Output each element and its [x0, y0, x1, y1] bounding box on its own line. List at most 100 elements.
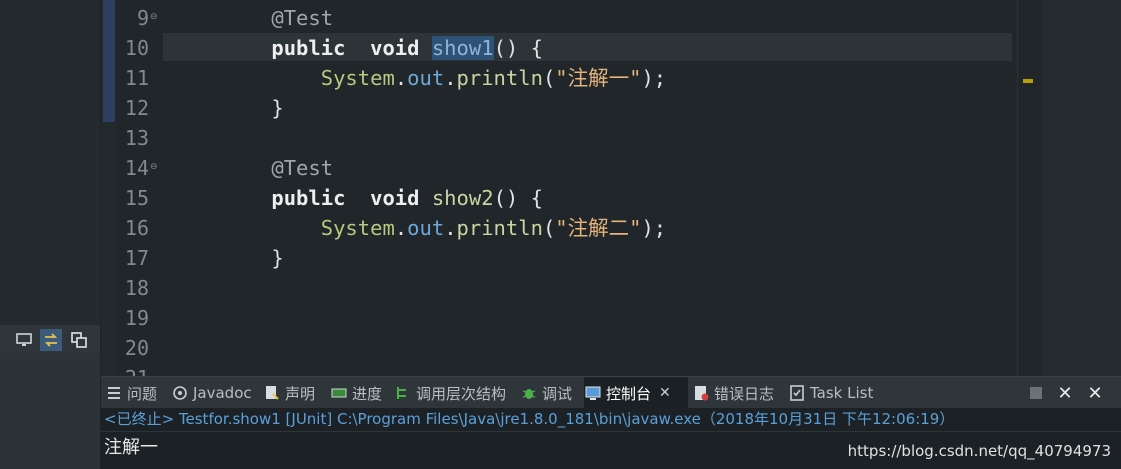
debug-icon [520, 384, 538, 402]
code-token: show2 [431, 186, 494, 210]
tab-label: Javadoc [193, 384, 252, 402]
code-token: out [407, 216, 445, 240]
outline-panel [0, 0, 100, 469]
tab-close-icon[interactable]: ✕ [659, 385, 671, 401]
code-line[interactable]: 15 public void show2() { [101, 183, 1021, 213]
tab-javadoc[interactable]: Javadoc [171, 377, 259, 409]
line-number: 14 [124, 156, 149, 180]
code-line[interactable]: 17 } [101, 243, 1021, 273]
remove-all-terminated-icon[interactable]: ✕ [1085, 383, 1105, 404]
remove-launch-icon[interactable]: ✕ [1055, 383, 1075, 404]
line-number: 13 [124, 126, 149, 150]
tab-label: 控制台 [606, 384, 652, 403]
stop-icon[interactable] [1026, 383, 1046, 403]
code-token: "注解二" [555, 216, 642, 240]
code-line[interactable]: 19 [101, 303, 1021, 333]
tab-progress[interactable]: 进度 [330, 377, 390, 409]
code-token: public [271, 186, 346, 210]
tab-task-list[interactable]: Task List [788, 377, 888, 409]
watermark: https://blog.csdn.net/qq_40794973 [847, 442, 1111, 460]
tab-label: 声明 [285, 384, 316, 403]
code-token: } [222, 96, 284, 120]
overview-ruler[interactable] [1042, 0, 1121, 376]
code-line[interactable]: 12 } [101, 93, 1021, 123]
tab-console[interactable]: 控制台 ✕ [584, 377, 688, 409]
sync-icon[interactable] [40, 329, 62, 351]
line-number: 21 [101, 363, 149, 376]
line-number: 18 [124, 276, 149, 300]
code-line[interactable]: 11 System.out.println("注解一"); [101, 63, 1021, 93]
line-number: 19 [124, 306, 149, 330]
code-text: @Test [222, 3, 333, 33]
code-token: () { [493, 186, 543, 210]
console-icon [584, 384, 602, 402]
tab-label: 调用层次结构 [416, 384, 507, 403]
problems-icon [105, 384, 123, 402]
code-token: public [271, 36, 346, 60]
fold-toggle-icon[interactable]: ⊖ [150, 13, 159, 22]
line-number: 20 [124, 336, 149, 360]
code-text: public void show1() { [222, 33, 543, 63]
code-line[interactable]: 20 [101, 333, 1021, 363]
vertical-scrollbar[interactable] [1017, 0, 1043, 376]
code-token: show1 [431, 36, 494, 60]
code-line[interactable]: 14 ⊖ @Test [101, 153, 1021, 183]
code-token: ( [542, 66, 556, 90]
code-token: System [320, 216, 395, 240]
code-token: "注解一" [555, 66, 642, 90]
javadoc-icon [171, 384, 189, 402]
line-number: 17 [124, 246, 149, 270]
console-output[interactable]: 注解一 [104, 436, 158, 460]
code-line[interactable]: 16 System.out.println("注解二"); [101, 213, 1021, 243]
code-token: ); [641, 216, 667, 240]
error-log-icon [692, 384, 710, 402]
line-number: 16 [124, 216, 149, 240]
console-view[interactable]: <已终止> Testfor.show1 [JUnit] C:\Program F… [101, 408, 1121, 469]
code-token: void [370, 36, 420, 60]
tab-declaration[interactable]: 声明 [263, 377, 326, 409]
code-token: @Test [271, 156, 334, 180]
task-list-icon [788, 384, 806, 402]
overview-marker[interactable] [1023, 79, 1033, 83]
code-line[interactable]: 13 [101, 123, 1021, 153]
code-editor[interactable]: 9 ⊖ @Test 10 public void show1() {11 Syste… [101, 0, 1121, 376]
code-text: @Test [222, 153, 333, 183]
outline-lower-area [0, 353, 100, 469]
tab-call-hierarchy[interactable]: 调用层次结构 [394, 377, 516, 409]
code-token: . [444, 66, 457, 90]
tab-label: 错误日志 [714, 384, 775, 403]
monitor-icon[interactable] [13, 329, 35, 351]
code-token: . [394, 66, 408, 90]
line-number: 11 [124, 66, 149, 90]
fold-toggle-icon[interactable]: ⊖ [150, 163, 159, 172]
code-token: ); [641, 66, 667, 90]
code-token: ( [542, 216, 556, 240]
code-token: println [456, 66, 543, 90]
code-token: println [456, 216, 543, 240]
tab-label: 进度 [352, 384, 383, 403]
code-line[interactable]: 10 public void show1() { [101, 33, 1021, 63]
console-divider [101, 431, 1121, 432]
tab-error-log[interactable]: 错误日志 [692, 377, 784, 409]
code-line[interactable]: 18 [101, 273, 1021, 303]
windows-icon[interactable] [68, 329, 90, 351]
tab-label: Task List [810, 384, 874, 402]
tab-problems[interactable]: 问题 [105, 377, 167, 409]
line-number: 12 [124, 96, 149, 120]
tab-debug[interactable]: 调试 [520, 377, 580, 409]
line-number: 10 [124, 36, 149, 60]
code-line[interactable]: 9 ⊖ @Test [101, 3, 1021, 33]
code-line[interactable]: 21 [101, 363, 1021, 376]
code-token: System [320, 66, 395, 90]
code-text: System.out.println("注解二"); [222, 213, 666, 243]
